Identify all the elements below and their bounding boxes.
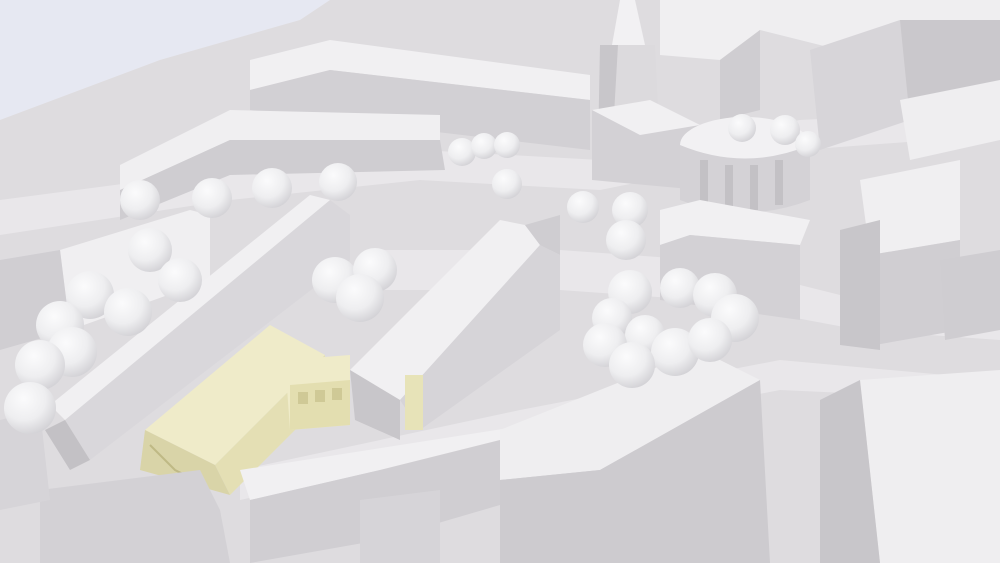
glass-facade (405, 375, 423, 430)
urban-model-render (0, 0, 1000, 563)
